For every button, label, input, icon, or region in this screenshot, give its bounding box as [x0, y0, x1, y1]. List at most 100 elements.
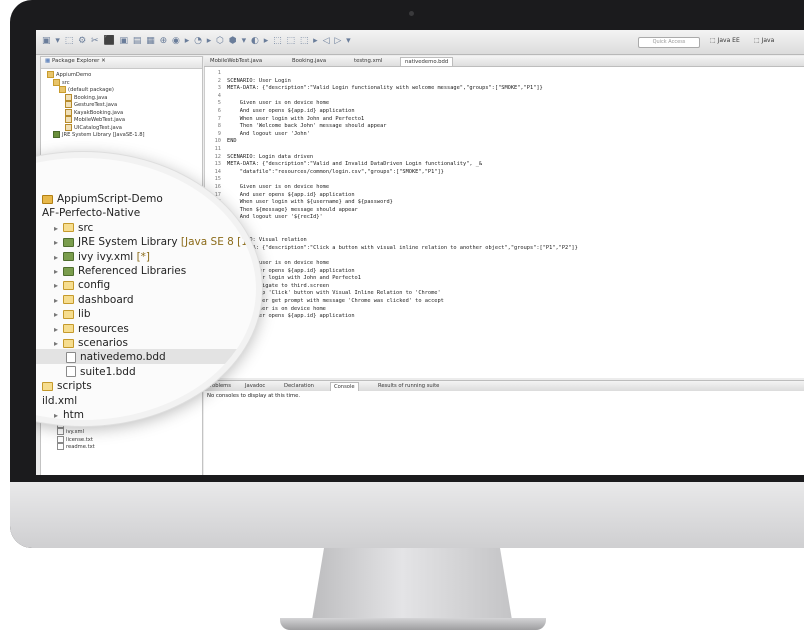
- line-number: 11: [214, 146, 221, 152]
- package-explorer-tab[interactable]: ▦ Package Explorer ✕: [41, 57, 202, 69]
- tab-results[interactable]: Results of running suite: [378, 382, 439, 390]
- tab-javadoc[interactable]: Javadoc: [245, 382, 265, 390]
- line-number: 6: [217, 108, 221, 114]
- magnified-tree-item[interactable]: ▸ ivy ivy.xml [*]: [54, 250, 150, 265]
- toolbar-icons[interactable]: ▣ ▾ ⬚ ⚙ ✂ ⬛ ▣ ▤ ▦ ⊕ ◉ ▸ ◔ ▸ ⬡ ⬢ ▾ ◐ ▸ ⬚ …: [42, 36, 352, 46]
- expand-arrow-icon[interactable]: ▸: [54, 278, 63, 293]
- tree-item[interactable]: AppiumDemo: [41, 71, 202, 79]
- line-number: 12: [214, 153, 221, 160]
- magnified-item-label: resources: [78, 322, 129, 335]
- magnified-tree-item[interactable]: ▸ JRE System Library [Java SE 8 [1.8.0_: [54, 235, 256, 250]
- magnified-item-label: nativedemo.bdd: [80, 351, 166, 364]
- folder-icon: [63, 223, 74, 233]
- magnified-item-label: scenarios: [78, 337, 128, 349]
- magnified-tree-item[interactable]: ▸ resources: [54, 322, 129, 337]
- line-number: 1: [217, 70, 221, 76]
- tree-item-label: KayakBooking.java: [74, 109, 124, 116]
- tree-item[interactable]: JRE System Library [JavaSE-1.8]: [41, 131, 202, 139]
- magnified-tree-item[interactable]: scripts: [42, 379, 92, 394]
- project-icon: [42, 194, 53, 204]
- tab-declaration[interactable]: Declaration: [284, 382, 314, 390]
- line-number: 16: [214, 184, 221, 190]
- expand-arrow-icon[interactable]: ▸: [54, 235, 63, 250]
- perspective-java-ee[interactable]: ⬚ Java EE: [710, 37, 740, 44]
- tree-item[interactable]: UICatalogTest.java: [41, 123, 202, 132]
- file-icon: [57, 443, 64, 450]
- magnified-tree-item[interactable]: nativedemo.bdd: [66, 350, 166, 365]
- tab-testng[interactable]: testng.xml: [350, 57, 386, 65]
- tree-item[interactable]: license.txt: [41, 435, 105, 444]
- magnified-item-label: suite1.bdd: [80, 365, 136, 378]
- tab-console[interactable]: Console: [330, 382, 359, 391]
- folder-icon: [42, 381, 53, 391]
- tree-item-label: JRE System Library [JavaSE-1.8]: [62, 132, 145, 138]
- line-number: 13: [214, 161, 221, 168]
- code-line: Then 'Welcome back John' message should …: [227, 123, 387, 130]
- magnified-tree-item[interactable]: ▸ dashboard: [54, 293, 134, 308]
- tab-booking[interactable]: Booking.java: [288, 57, 330, 65]
- java-file-icon: [65, 116, 72, 123]
- magnified-tree-item[interactable]: AF-Perfecto-Native: [42, 206, 140, 221]
- magnified-tree-item[interactable]: AppiumScript-Demo: [42, 192, 163, 207]
- tree-item-label: GestureTest.java: [74, 102, 118, 108]
- magnified-item-label: ivy ivy.xml: [78, 250, 134, 263]
- magnified-item-label: Referenced Libraries: [78, 265, 187, 277]
- tree-item-label: UICatalogTest.java: [74, 124, 122, 131]
- folder-icon: [63, 309, 74, 319]
- file-icon: [66, 351, 76, 363]
- folder-icon: [53, 78, 60, 86]
- line-number: 7: [217, 115, 221, 122]
- magnified-tree-item[interactable]: ▸ src: [54, 221, 93, 236]
- quick-access-input[interactable]: Quick Access: [638, 37, 700, 48]
- tab-nativedemo[interactable]: nativedemo.bdd: [400, 57, 454, 66]
- expand-arrow-icon[interactable]: ▸: [54, 408, 63, 420]
- magnified-tree-item[interactable]: ▸ Referenced Libraries: [54, 264, 186, 279]
- tree-item[interactable]: readme.txt: [41, 443, 105, 451]
- perspective-java[interactable]: ⬚ Java: [754, 37, 774, 44]
- package-explorer-icon: ▦: [45, 58, 51, 64]
- code-line: SCENARIO: Login data driven: [227, 153, 314, 160]
- code-editor[interactable]: 1 2 SCENARIO: User Login 3 META-DATA: {"desc…: [204, 67, 804, 378]
- tree-item[interactable]: src: [41, 78, 202, 87]
- line-number: 2: [217, 77, 221, 84]
- code-line: Given user is on device home: [227, 100, 330, 107]
- tree-item-label: AppiumDemo: [56, 72, 92, 78]
- java-file-icon: [65, 93, 72, 101]
- package-icon: [59, 86, 66, 93]
- magnified-item-label: dashboard: [78, 293, 134, 306]
- magnified-item-suffix: [*]: [133, 250, 151, 263]
- editor-tab-bar: MobileWebTest.java Booking.java testng.x…: [204, 56, 804, 67]
- magnified-tree-item[interactable]: ▸ htm: [54, 408, 84, 420]
- expand-arrow-icon[interactable]: ▸: [54, 264, 63, 279]
- line-number: 15: [214, 176, 221, 183]
- tree-item-label: ivy.xml: [66, 429, 85, 435]
- magnified-item-label: lib: [78, 308, 91, 321]
- tab-mobilewebtest[interactable]: MobileWebTest.java: [206, 57, 266, 65]
- tree-item[interactable]: MobileWebTest.java: [41, 116, 202, 124]
- expand-arrow-icon[interactable]: ▸: [54, 322, 63, 337]
- tree-item[interactable]: (default package): [41, 86, 202, 94]
- file-icon: [57, 428, 64, 435]
- magnified-tree-item[interactable]: ▸ config: [54, 278, 110, 293]
- tree-item[interactable]: GestureTest.java: [41, 101, 202, 109]
- expand-arrow-icon[interactable]: ▸: [54, 307, 63, 322]
- tree-item[interactable]: ivy.xml: [41, 428, 105, 436]
- folder-icon: [63, 338, 74, 348]
- java-file-icon: [65, 108, 72, 116]
- magnified-item-label: src: [78, 221, 94, 234]
- code-line: META-DATA: {"description":"Click a butto…: [227, 244, 578, 251]
- magnified-item-label: JRE System Library: [78, 236, 178, 249]
- magnified-tree-item[interactable]: suite1.bdd: [66, 365, 136, 380]
- expand-arrow-icon[interactable]: ▸: [54, 250, 63, 265]
- code-line: "datafile":"resources/common/login.csv",…: [227, 168, 444, 175]
- expand-arrow-icon[interactable]: ▸: [54, 221, 63, 236]
- tree-item[interactable]: Booking.java: [41, 93, 202, 102]
- console-message: No consoles to display at this time.: [207, 393, 301, 399]
- magnified-item-label: ild.xml: [42, 394, 78, 407]
- magnified-tree-item[interactable]: ▸ lib: [54, 307, 91, 322]
- expand-arrow-icon[interactable]: ▸: [54, 293, 63, 308]
- code-line: END: [227, 138, 237, 145]
- magnified-tree-item[interactable]: ild.xml: [42, 394, 77, 409]
- tree-item[interactable]: KayakBooking.java: [41, 108, 202, 117]
- tree-item-label: readme.txt: [66, 444, 95, 450]
